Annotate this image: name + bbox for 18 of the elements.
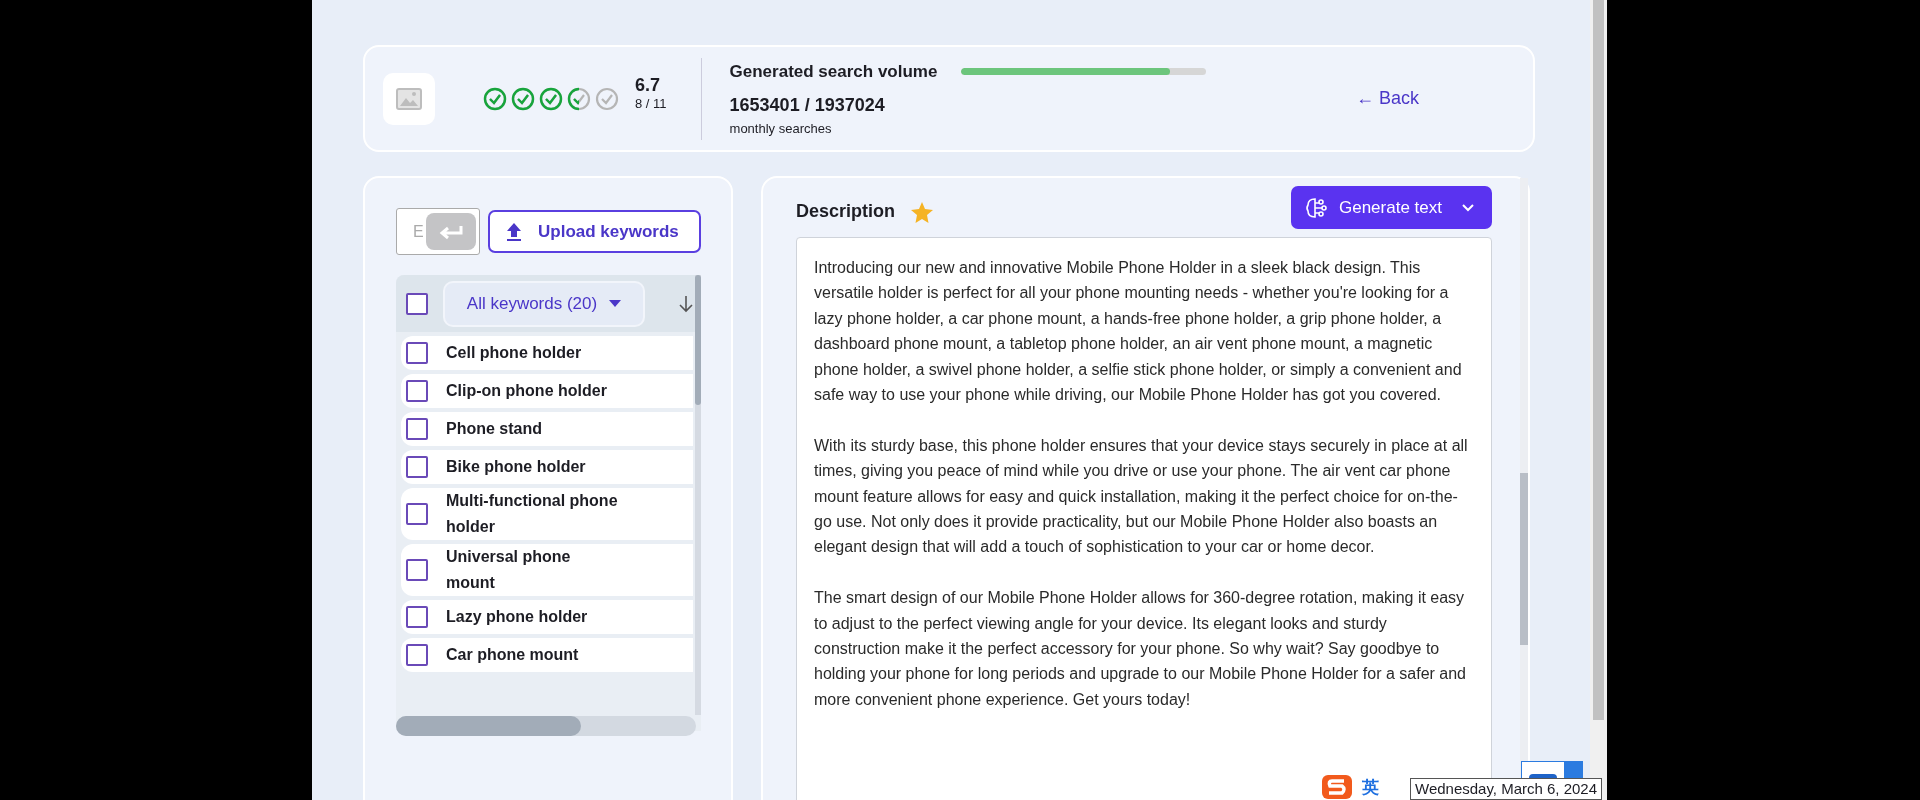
keyword-label: Multi-functional phone holder	[446, 491, 619, 537]
volume-label: Generated search volume	[729, 60, 938, 83]
keyword-label: Car phone mount	[446, 645, 580, 665]
description-paragraph: The smart design of our Mobile Phone Holder allows for 360-degree rotation, making it easy to adjust to the perfect viewing angle for your device. Its elegant looks and sturdy construction make it the perfect accessory for your phone. So why wait? Say goodbye to holding your phone for long periods and upgrade to our Mobile Phone Holder for a safer and more convenient phone experience. Get yours today!	[814, 588, 1467, 710]
volume-unit: monthly searches	[729, 120, 833, 138]
score-value: 6.7	[635, 75, 662, 94]
volume-value: 1653401 / 1937024	[729, 94, 886, 117]
keyword-label: Bike phone holder	[446, 457, 587, 477]
description-title: Description	[796, 200, 896, 223]
keyword-label: Clip-on phone holder	[446, 381, 608, 401]
keyword-label: Lazy phone holder	[446, 607, 589, 627]
keyword-label: Universal phone mount	[446, 547, 572, 593]
description-paragraph: With its sturdy base, this phone holder ensures that your device stays securely in place at all times, giving you peace of mind while you drive or use your phone. The air vent car phone mount feature allows for easy and quick installation, making it the perfect choice for on-the-go use. Not only does it provide practicality, but our Mobile Phone Holder also boasts an elegant design that will add a touch of sophistication to your car or home decor.	[814, 435, 1469, 558]
keyword-label: Cell phone holder	[446, 343, 583, 363]
date-tooltip: Wednesday, March 6, 2024	[1410, 778, 1603, 800]
score-count: 8 / 11	[635, 94, 667, 113]
keyword-label: Phone stand	[446, 419, 543, 439]
description-paragraph: Introducing our new and innovative Mobile Phone Holder in a sleek black design. This versatile holder is perfect for all your phone mounting needs - whether you're looking for a lazy phone holder, a car phone mount, a hands-free phone holder, a grip phone holder, a dashboard phone mount, a tabletop phone holder, an air vent phone mount, a magnetic phone holder, a swivel phone holder, a selfie stick phone holder, or simply a convenient and safe way to use your phone while driving, our Mobile Phone Holder has got you covered.	[814, 258, 1463, 406]
